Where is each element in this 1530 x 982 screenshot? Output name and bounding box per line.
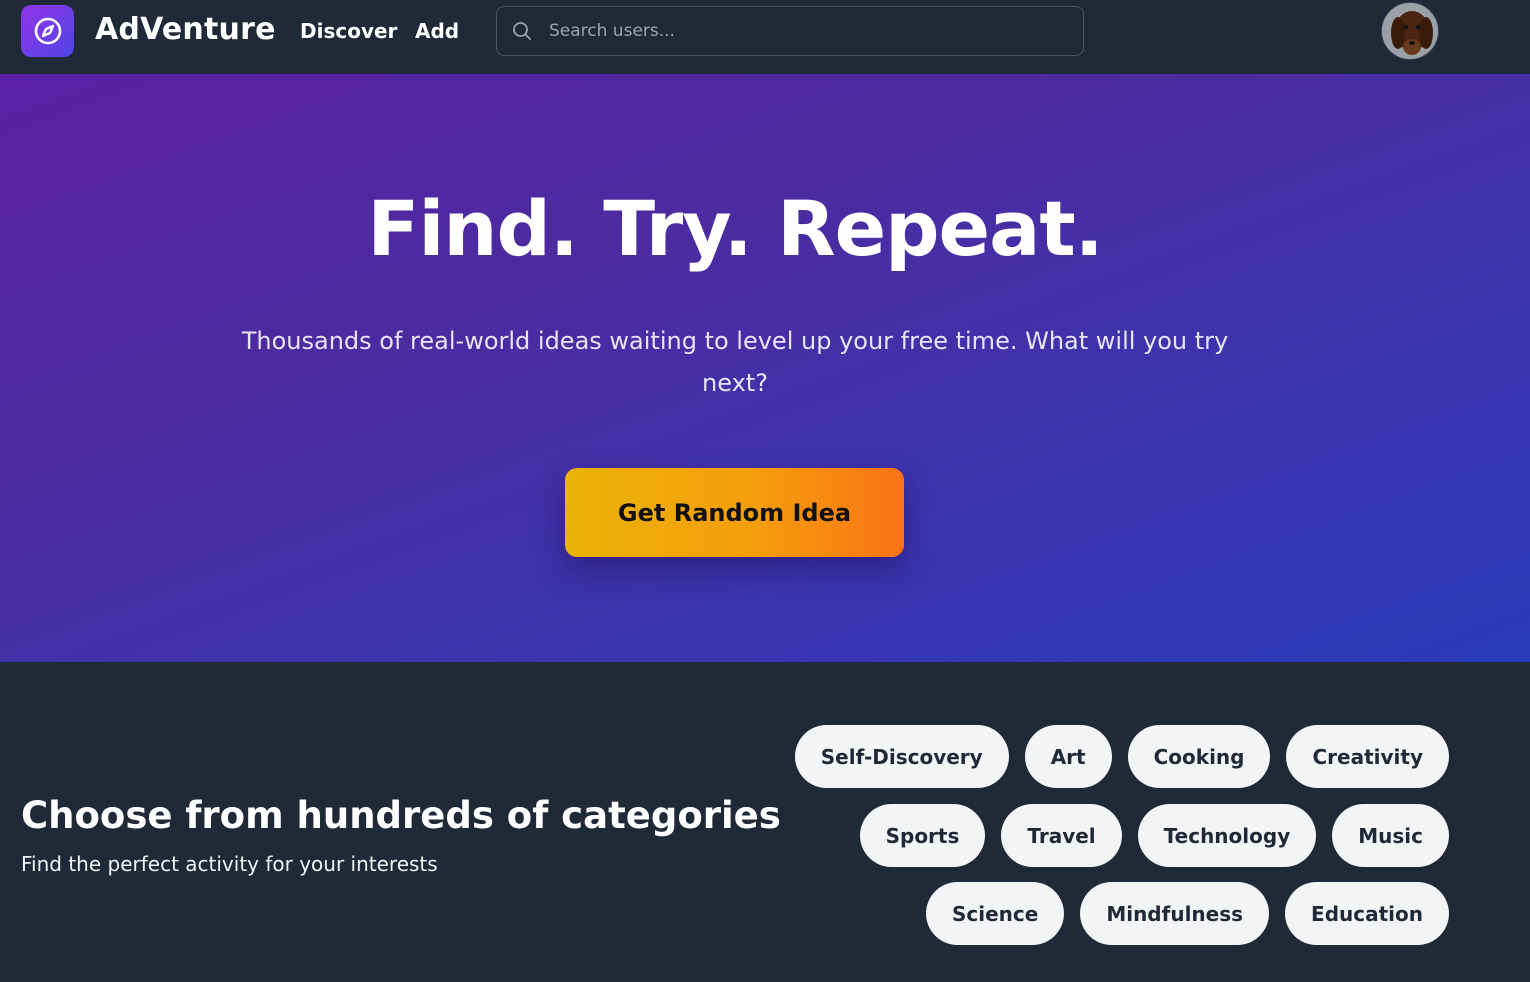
hero-title: Find. Try. Repeat. (367, 184, 1103, 273)
user-search (496, 6, 1084, 56)
search-icon (513, 22, 531, 40)
category-chip-cooking[interactable]: Cooking (1127, 725, 1271, 788)
category-chip-mindfulness[interactable]: Mindfulness (1080, 882, 1270, 945)
categories-title: Choose from hundreds of categories (21, 794, 781, 837)
category-chip-creativity[interactable]: Creativity (1286, 725, 1449, 788)
get-random-idea-button[interactable]: Get Random Idea (565, 468, 904, 557)
nav-discover[interactable]: Discover (300, 19, 397, 43)
categories-subtitle: Find the perfect activity for your inter… (21, 852, 438, 876)
user-avatar[interactable] (1381, 2, 1439, 60)
category-chip-art[interactable]: Art (1024, 725, 1112, 788)
category-row: Sports Travel Technology Music (859, 804, 1449, 867)
nav-add[interactable]: Add (415, 19, 459, 43)
hero-section: Find. Try. Repeat. Thousands of real-wor… (0, 74, 1530, 662)
category-chip-music[interactable]: Music (1332, 804, 1449, 867)
category-chip-travel[interactable]: Travel (1001, 804, 1122, 867)
category-chip-technology[interactable]: Technology (1137, 804, 1317, 867)
brand-name[interactable]: AdVenture (95, 12, 276, 47)
top-navbar: AdVenture Discover Add (0, 0, 1530, 74)
category-chip-science[interactable]: Science (925, 882, 1065, 945)
hero-subtitle: Thousands of real-world ideas waiting to… (241, 327, 1229, 397)
category-chip-self-discovery[interactable]: Self-Discovery (794, 725, 1009, 788)
avatar-image (1382, 3, 1438, 59)
logo-button[interactable] (21, 5, 74, 57)
search-input[interactable] (549, 17, 1069, 45)
category-row: Self-Discovery Art Cooking Creativity (794, 725, 1449, 788)
category-chip-sports[interactable]: Sports (859, 804, 986, 867)
category-chip-education[interactable]: Education (1285, 882, 1449, 945)
compass-icon (34, 17, 61, 45)
category-row: Science Mindfulness Education (925, 882, 1449, 945)
